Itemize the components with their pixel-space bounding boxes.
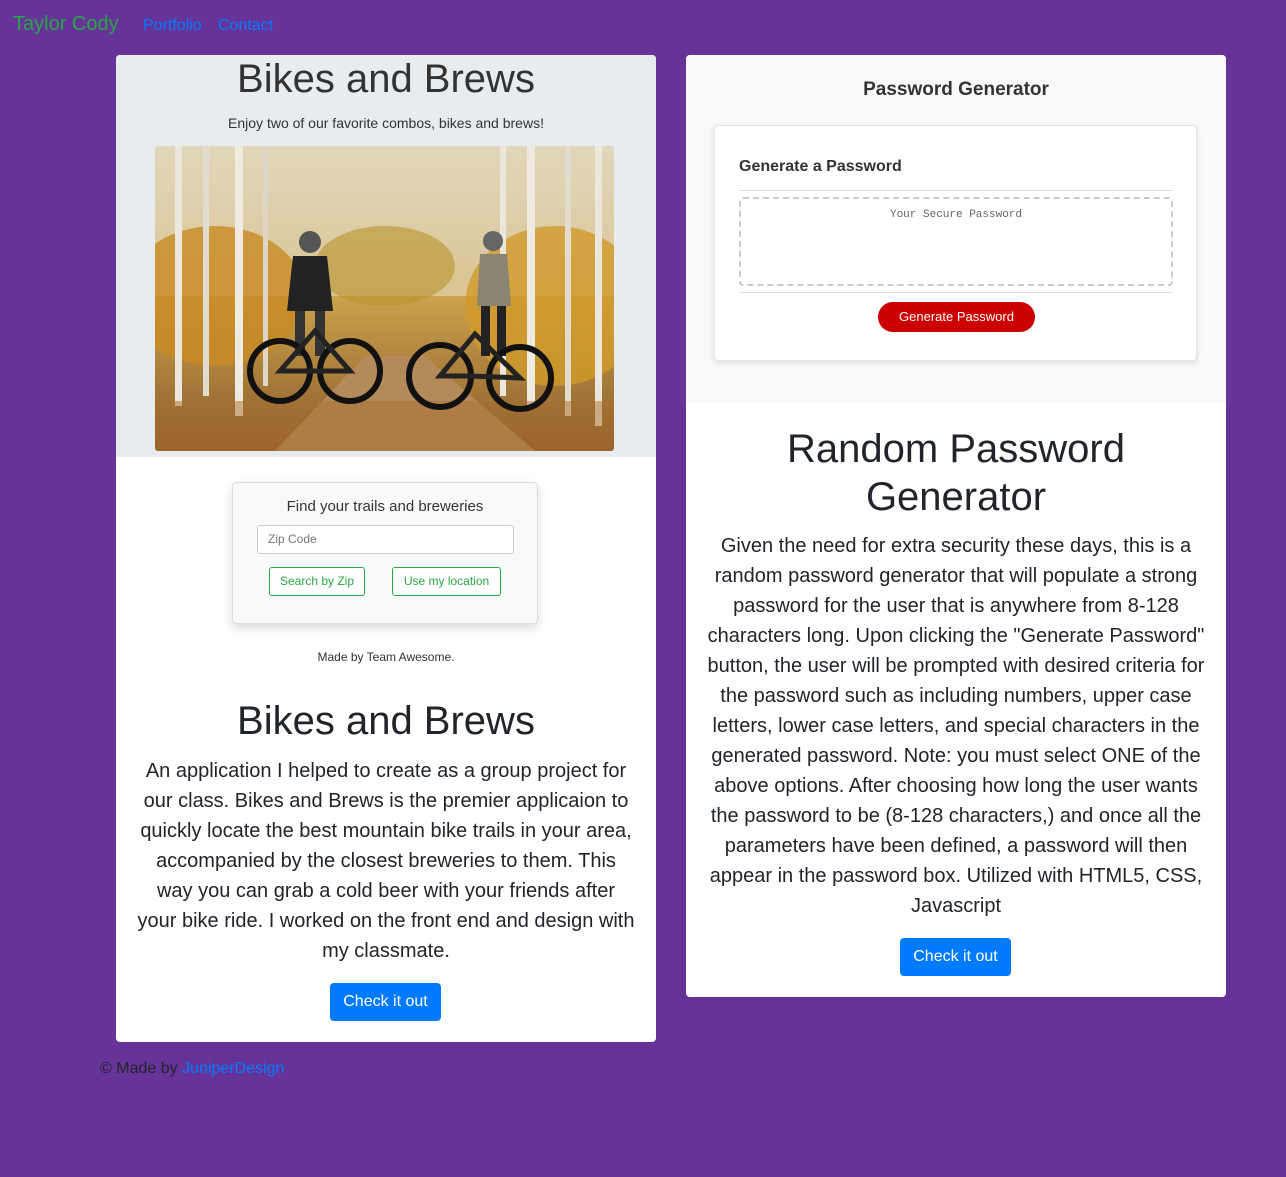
project-card-password-generator: Password Generator Generate a Password Y… [686, 55, 1226, 997]
generator-card-title: Generate a Password [739, 158, 902, 175]
screenshot-title: Bikes and Brews [237, 57, 535, 101]
nav-link-portfolio[interactable]: Portfolio [143, 17, 202, 35]
check-it-out-button[interactable]: Check it out [330, 983, 441, 1021]
project-card-bikes-and-brews: Bikes and Brews Enjoy two of our favorit… [116, 55, 656, 1042]
footer-text: © Made by [100, 1060, 178, 1077]
divider [739, 292, 1173, 293]
bikers-photo [155, 146, 614, 451]
screenshot-title: Password Generator [863, 79, 1049, 100]
brand-link[interactable]: Taylor Cody [13, 13, 119, 36]
screenshot-credit: Made by Team Awesome. [317, 650, 455, 664]
generator-card: Generate a Password Your Secure Password… [714, 125, 1197, 361]
nav-link-contact[interactable]: Contact [218, 17, 273, 35]
trail-search-box: Find your trails and breweries Zip Code … [232, 482, 538, 624]
use-my-location-button: Use my location [392, 567, 501, 596]
search-by-zip-button: Search by Zip [269, 567, 365, 596]
check-it-out-button[interactable]: Check it out [900, 938, 1011, 976]
project-description: Given the need for extra security these … [707, 535, 1205, 917]
divider [739, 190, 1173, 191]
project-title: Bikes and Brews [237, 699, 535, 743]
navbar: Taylor Cody Portfolio Contact [0, 0, 1286, 52]
juniper-design-link[interactable]: JuniperDesign [182, 1060, 284, 1077]
generate-password-button: Generate Password [878, 302, 1035, 332]
password-textarea: Your Secure Password [739, 197, 1173, 286]
project-description: An application I helped to create as a g… [137, 760, 635, 962]
project-screenshot: Bikes and Brews Enjoy two of our favorit… [116, 55, 656, 675]
screenshot-subtitle: Enjoy two of our favorite combos, bikes … [228, 115, 544, 131]
search-title: Find your trails and breweries [286, 498, 484, 515]
project-title: Random Password Generator [787, 427, 1125, 519]
footer: © Made by JuniperDesign [100, 1060, 284, 1078]
zip-code-input: Zip Code [257, 525, 514, 554]
project-screenshot: Password Generator Generate a Password Y… [686, 55, 1226, 403]
